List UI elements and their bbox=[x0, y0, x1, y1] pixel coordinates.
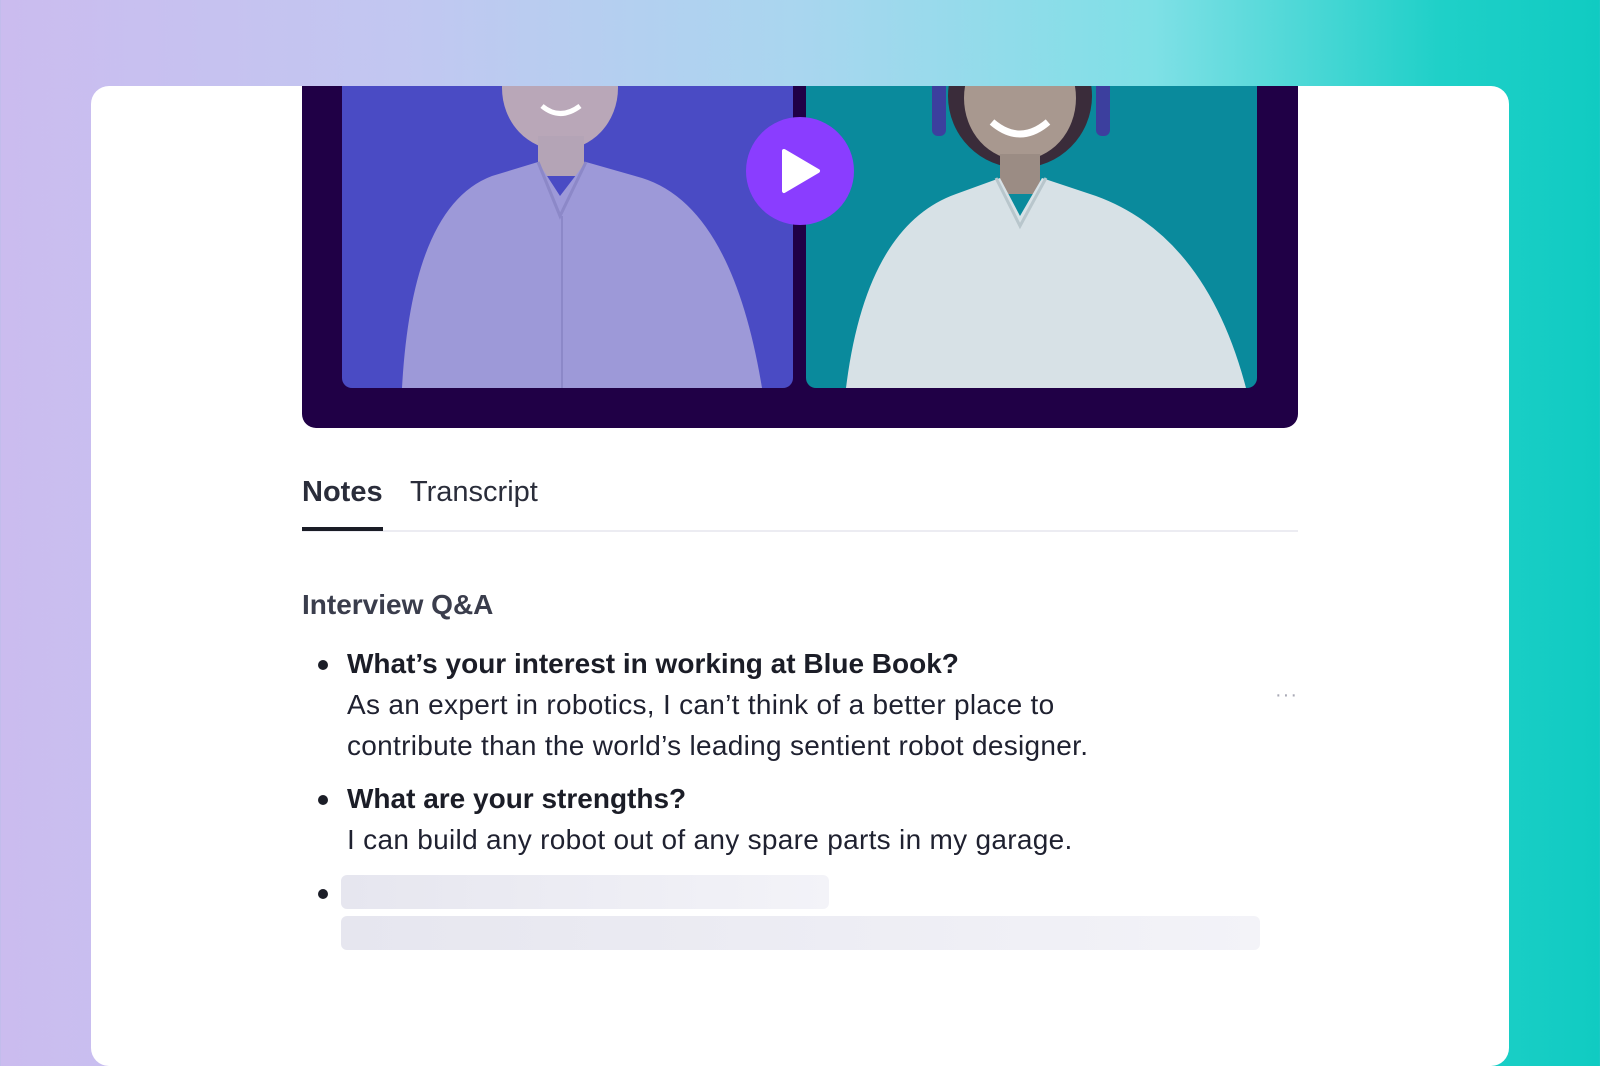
notes-card: Notes Transcript Interview Q&A What’s yo… bbox=[91, 86, 1509, 1066]
loading-placeholder bbox=[341, 916, 1260, 950]
qa-item: What are your strengths? I can build any… bbox=[318, 779, 1247, 860]
answer-line: As an expert in robotics, I can’t think … bbox=[347, 689, 1055, 720]
bullet bbox=[318, 660, 328, 670]
bullet bbox=[318, 795, 328, 805]
tab-notes[interactable]: Notes bbox=[302, 476, 383, 531]
loading-placeholder bbox=[341, 875, 829, 909]
section-title: Interview Q&A bbox=[302, 589, 494, 620]
tab-transcript[interactable]: Transcript bbox=[410, 476, 538, 527]
participant-video-left bbox=[342, 86, 793, 388]
ellipsis-icon[interactable]: ··· bbox=[1275, 684, 1298, 707]
question-text: What’s your interest in working at Blue … bbox=[347, 648, 959, 679]
answer-line: contribute than the world’s leading sent… bbox=[347, 730, 1089, 761]
answer-line: I can build any robot out of any spare p… bbox=[347, 824, 1073, 855]
play-icon bbox=[782, 149, 820, 193]
qa-item: What’s your interest in working at Blue … bbox=[318, 644, 1247, 766]
tab-bar: Notes Transcript bbox=[302, 472, 1298, 532]
video-player[interactable] bbox=[302, 86, 1298, 428]
participant-right-illustration bbox=[846, 86, 1246, 388]
question-text: What are your strengths? bbox=[347, 783, 687, 814]
participant-video-right bbox=[806, 86, 1257, 388]
bullet bbox=[318, 889, 328, 899]
participant-left-illustration bbox=[402, 86, 762, 388]
play-button[interactable] bbox=[746, 117, 854, 225]
